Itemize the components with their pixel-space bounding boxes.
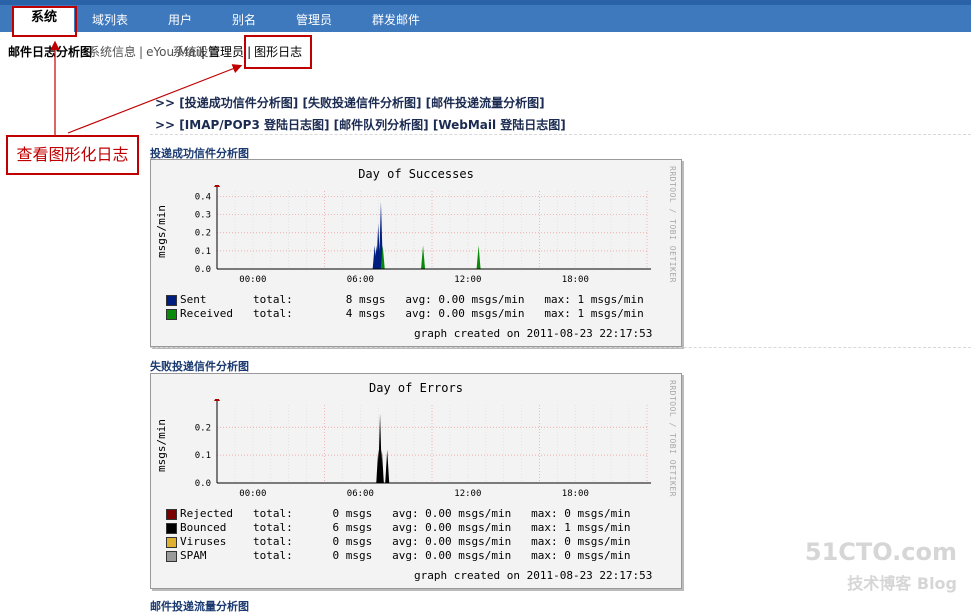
x-tick-label: 06:00 <box>347 275 374 285</box>
y-tick-label: 0.1 <box>195 451 211 461</box>
watermark-sub: 技术博客 Blog <box>847 574 957 593</box>
x-tick-label: 18:00 <box>562 489 589 499</box>
link-webmail[interactable]: WebMail 登陆日志图 <box>438 118 560 132</box>
plot-area: 0.4 0.3 0.2 0.1 0.0 00:00 06:00 12:00 18:00 <box>195 185 651 285</box>
tab-aliases[interactable]: 别名 <box>232 11 256 28</box>
subnav-system-info[interactable]: 系统信息 <box>88 45 136 59</box>
legend-stats-bounced: total: 6 msgs avg: 0.00 msgs/min max: 1 … <box>253 521 631 534</box>
legend-label-rejected: Rejected <box>180 507 233 520</box>
legend-label-received: Received <box>180 307 233 320</box>
highlight-system-tab <box>12 6 77 37</box>
links-prefix: >> <box>155 96 176 110</box>
legend-stats-rejected: total: 0 msgs avg: 0.00 msgs/min max: 0 … <box>253 507 631 520</box>
main-nav: 系统 域列表 用户 别名 管理员 群发邮件 <box>0 5 971 34</box>
graph-side-credit: RRDTOOL / TOBI OETIKER <box>668 380 677 497</box>
legend-stats-spam: total: 0 msgs avg: 0.00 msgs/min max: 0 … <box>253 549 631 562</box>
sub-nav: 邮件日志分析图 系统信息 | eYou Mail系统设置 | 管理员 | 图形日志 <box>8 45 303 59</box>
link-failure[interactable]: 失败投递信件分析图 <box>308 96 416 110</box>
graph-links-row-2: >> [IMAP/POP3 登陆日志图] [邮件队列分析图] [WebMail … <box>155 118 566 132</box>
y-tick-label: 0.1 <box>195 247 211 257</box>
tab-users[interactable]: 用户 <box>168 11 192 28</box>
y-tick-label: 0.4 <box>195 192 211 202</box>
y-axis-label: msgs/min <box>155 419 168 472</box>
y-axis-label: msgs/min <box>155 205 168 258</box>
graph-footer: graph created on 2011-08-23 22:17:53 <box>414 569 653 582</box>
section-title-errors: 失败投递信件分析图 <box>150 360 249 373</box>
legend-stats-received: total: 4 msgs avg: 0.00 msgs/min max: 1 … <box>253 307 644 320</box>
x-tick-label: 00:00 <box>239 489 266 499</box>
link-success[interactable]: 投递成功信件分析图 <box>185 96 293 110</box>
legend-swatch-viruses <box>166 537 177 548</box>
legend-label-spam: SPAM <box>180 549 207 562</box>
divider <box>150 347 971 348</box>
legend-label-viruses: Viruses <box>180 535 227 548</box>
x-tick-label: 00:00 <box>239 275 266 285</box>
graph-side-credit: RRDTOOL / TOBI OETIKER <box>668 166 677 283</box>
legend-stats-sent: total: 8 msgs avg: 0.00 msgs/min max: 1 … <box>253 293 644 306</box>
tab-admins[interactable]: 管理员 <box>296 11 332 28</box>
graph-title: Day of Successes <box>358 167 474 181</box>
legend-swatch-received <box>166 309 177 320</box>
legend-swatch-rejected <box>166 509 177 520</box>
subnav-current: 邮件日志分析图 <box>8 45 93 59</box>
legend-swatch-spam <box>166 551 177 562</box>
data-spike-received <box>421 245 426 269</box>
x-tick-label: 12:00 <box>454 489 481 499</box>
y-tick-label: 0.0 <box>195 479 211 489</box>
highlight-graph-logs <box>244 35 312 69</box>
plot-area: 0.2 0.1 0.0 00:00 06:00 12:00 18:00 <box>195 399 651 499</box>
link-imap-pop3[interactable]: IMAP/POP3 登陆日志图 <box>185 118 324 132</box>
section-title-traffic: 邮件投递流量分析图 <box>150 600 249 613</box>
tab-domains[interactable]: 域列表 <box>92 11 128 28</box>
watermark-logo: 51CTO.com <box>804 538 957 566</box>
y-tick-label: 0.2 <box>195 423 211 433</box>
divider <box>150 134 971 135</box>
data-spike-bounced <box>385 449 390 483</box>
legend-swatch-bounced <box>166 523 177 534</box>
y-tick-label: 0.3 <box>195 211 211 221</box>
legend-swatch-sent <box>166 295 177 306</box>
link-traffic[interactable]: 邮件投递流量分析图 <box>431 96 539 110</box>
link-queue[interactable]: 邮件队列分析图 <box>339 118 423 132</box>
y-axis-arrow <box>214 185 220 187</box>
graph-links-row-1: >> [投递成功信件分析图] [失败投递信件分析图] [邮件投递流量分析图] <box>155 96 545 110</box>
y-axis-arrow <box>214 399 220 401</box>
graph-errors: Day of Errors RRDTOOL / TOBI OETIKER msg… <box>150 373 682 589</box>
links-prefix: >> <box>155 118 176 132</box>
legend-stats-viruses: total: 0 msgs avg: 0.00 msgs/min max: 0 … <box>253 535 631 548</box>
data-spike-received <box>476 245 481 269</box>
y-tick-label: 0.2 <box>195 229 211 239</box>
x-tick-label: 12:00 <box>454 275 481 285</box>
legend-label-sent: Sent <box>180 293 207 306</box>
y-tick-label: 0.0 <box>195 265 211 275</box>
x-tick-label: 06:00 <box>347 489 374 499</box>
subnav-admins[interactable]: 管理员 <box>208 45 244 59</box>
graph-title: Day of Errors <box>369 381 463 395</box>
tab-bulk-mail[interactable]: 群发邮件 <box>372 11 420 28</box>
annotation-label: 查看图形化日志 <box>6 135 139 175</box>
graph-successes: Day of Successes RRDTOOL / TOBI OETIKER … <box>150 159 682 347</box>
graph-footer: graph created on 2011-08-23 22:17:53 <box>414 327 653 340</box>
x-tick-label: 18:00 <box>562 275 589 285</box>
legend-label-bounced: Bounced <box>180 521 227 534</box>
